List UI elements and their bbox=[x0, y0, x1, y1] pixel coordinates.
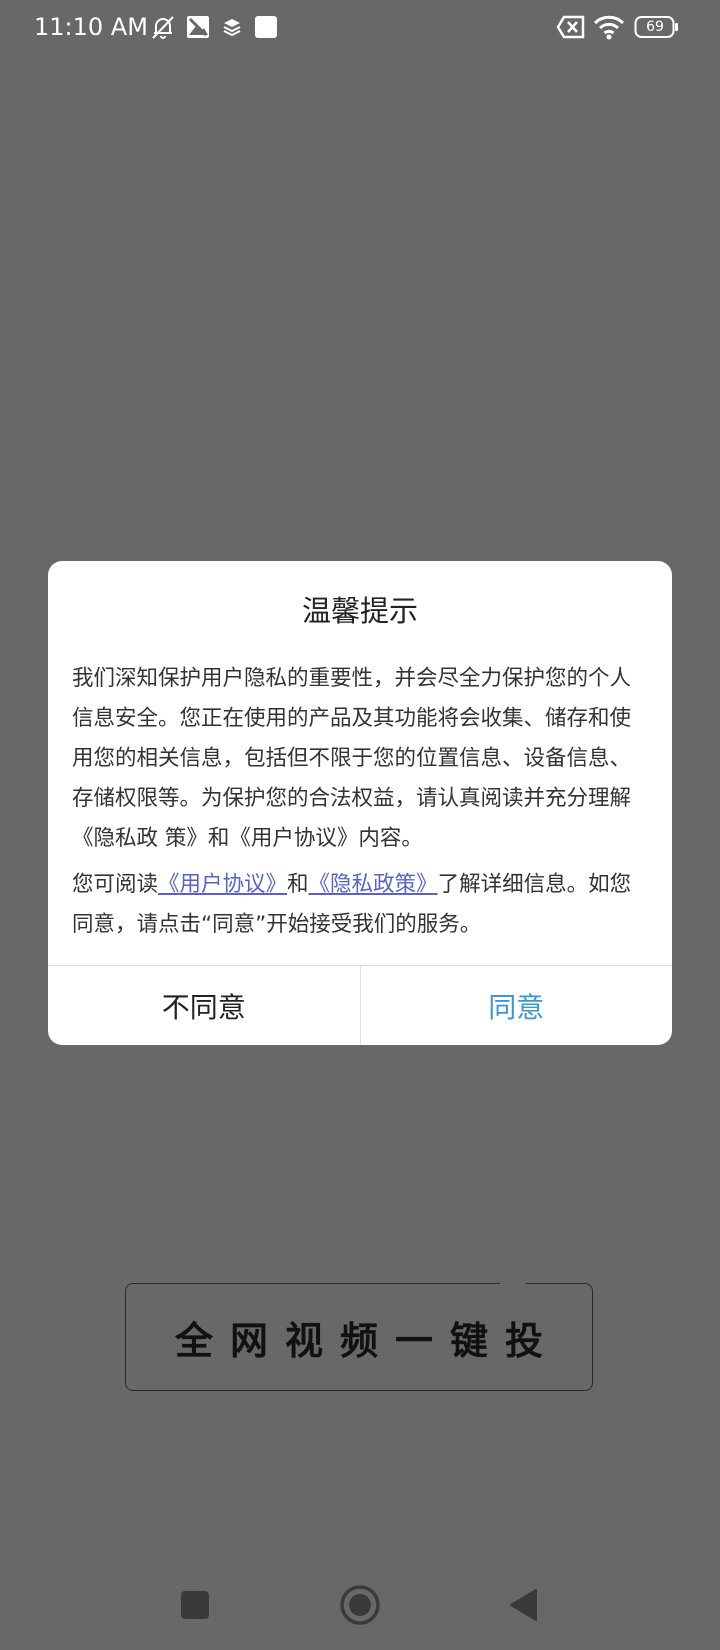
layers-icon bbox=[220, 12, 244, 42]
recents-square-icon[interactable] bbox=[165, 1575, 225, 1635]
privacy-notice-paragraph: 我们深知保护用户隐私的重要性，并会尽全力保护您的个人信息安全。您正在使用的产品及… bbox=[72, 666, 632, 851]
image-icon bbox=[185, 12, 211, 42]
sim-off-icon bbox=[556, 12, 586, 42]
video-cast-banner: 全网视频一键投 bbox=[125, 1281, 593, 1391]
user-agreement-link[interactable]: 《用户协议》 bbox=[158, 872, 287, 897]
back-triangle-icon[interactable] bbox=[494, 1575, 554, 1635]
navigation-bar bbox=[0, 1560, 720, 1650]
battery-level: 69 bbox=[646, 19, 664, 35]
status-bar: 11:10 AM 69 bbox=[0, 0, 720, 55]
disagree-button[interactable]: 不同意 bbox=[48, 966, 361, 1045]
agree-button[interactable]: 同意 bbox=[361, 966, 673, 1045]
status-time: 11:10 AM bbox=[34, 13, 148, 41]
privacy-policy-link[interactable]: 《隐私政策》 bbox=[309, 872, 438, 897]
battery-icon: 69 bbox=[634, 12, 682, 42]
banner-border-gap bbox=[500, 1281, 526, 1287]
and-text: 和 bbox=[287, 872, 309, 897]
read-agreements-paragraph: 您可阅读《用户协议》和《隐私政策》了解详细信息。如您同意，请点击“同意”开始接受… bbox=[72, 865, 652, 945]
banner-text: 全网视频一键投 bbox=[174, 1318, 560, 1363]
bell-off-icon bbox=[148, 12, 178, 42]
dialog-body: 我们深知保护用户隐私的重要性，并会尽全力保护您的个人信息安全。您正在使用的产品及… bbox=[72, 659, 652, 945]
home-circle-icon[interactable] bbox=[330, 1575, 390, 1635]
privacy-dialog: 温馨提示 我们深知保护用户隐私的重要性，并会尽全力保护您的个人信息安全。您正在使… bbox=[48, 561, 672, 1045]
dialog-title: 温馨提示 bbox=[301, 594, 418, 628]
wifi-icon bbox=[592, 12, 626, 42]
dialog-button-row: 不同意 同意 bbox=[48, 965, 672, 1045]
square-icon bbox=[253, 12, 279, 42]
read-prefix: 您可阅读 bbox=[72, 872, 159, 897]
